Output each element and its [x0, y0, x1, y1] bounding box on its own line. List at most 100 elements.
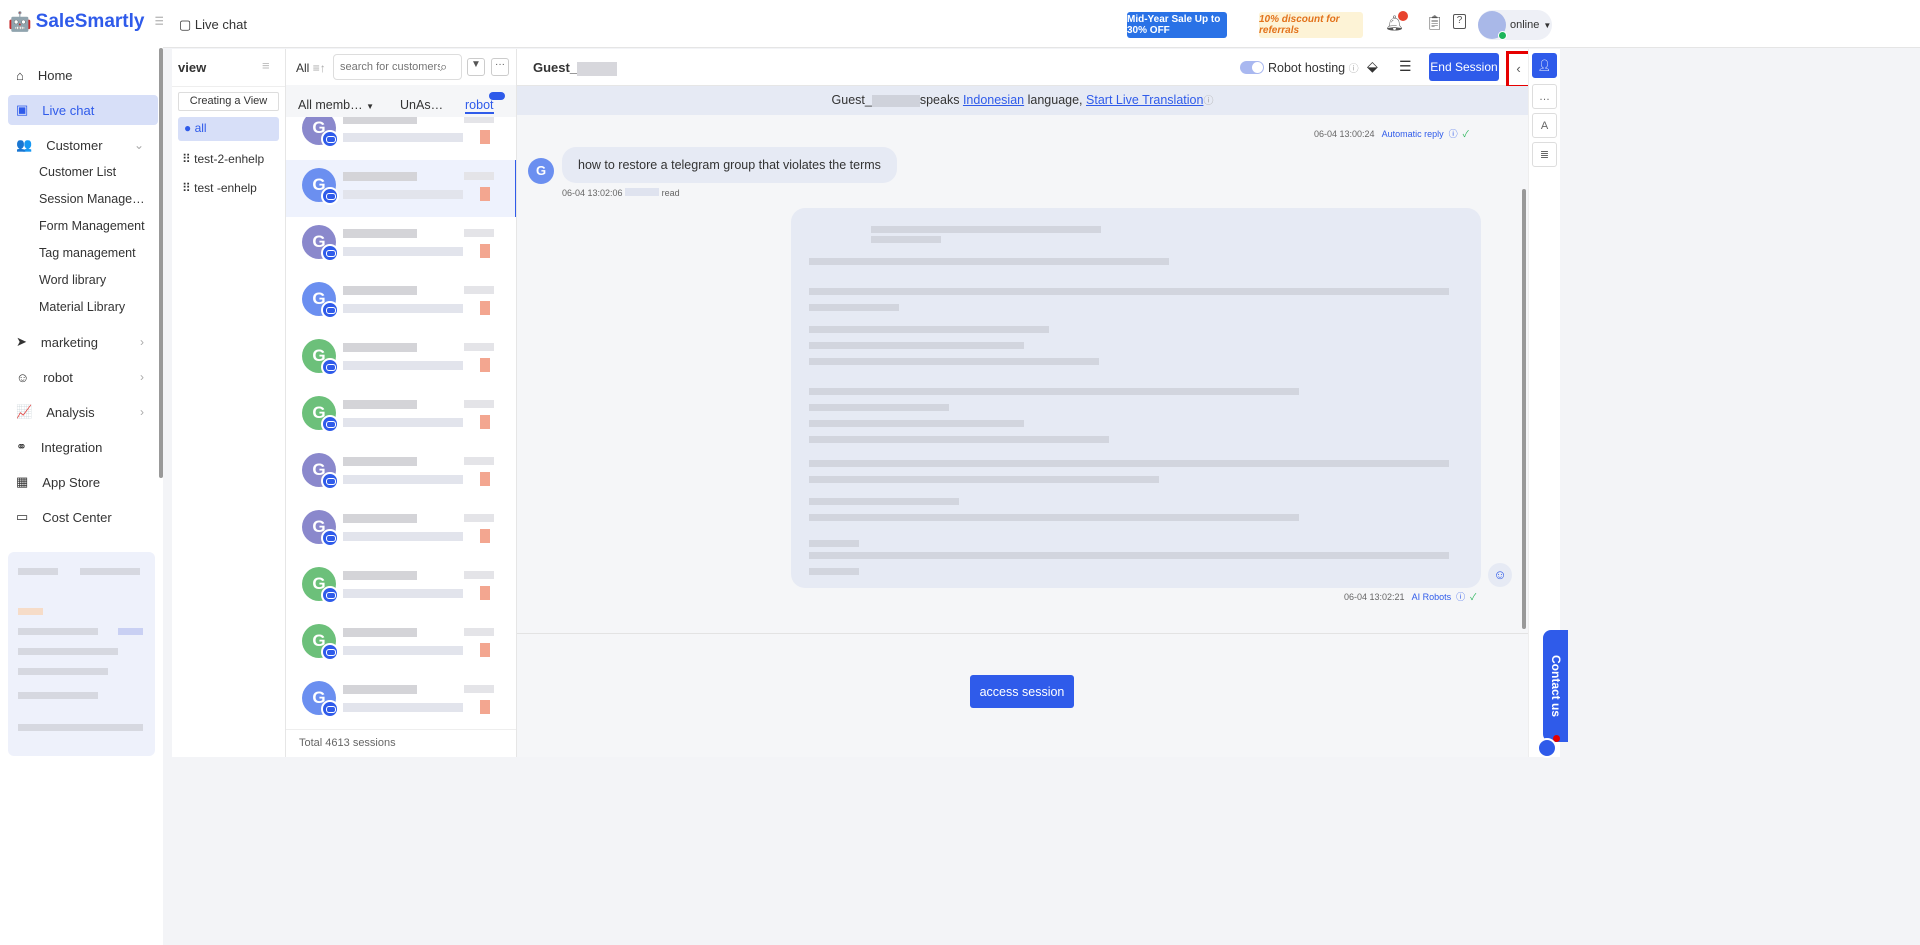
tab-badge	[489, 92, 505, 100]
search-history-icon[interactable]: ☰	[1399, 58, 1412, 75]
blurred-preview	[343, 361, 463, 370]
chart-icon: 📈	[16, 404, 33, 419]
unread-marker	[480, 301, 490, 315]
info-icon: ⓘ	[1456, 592, 1466, 602]
robot-hosting-toggle[interactable]	[1240, 61, 1264, 74]
unread-marker	[480, 700, 490, 714]
search-icon[interactable]: ⌕	[440, 59, 447, 75]
session-item[interactable]: G	[286, 117, 516, 160]
blurred-time	[464, 400, 494, 408]
nav-home[interactable]: ⌂ Home	[8, 60, 158, 90]
filter-icon[interactable]: ▼	[467, 58, 485, 76]
blurred-name	[343, 400, 417, 409]
chat-scrollbar[interactable]	[1522, 189, 1526, 629]
blurred-text-line	[809, 342, 1024, 349]
session-item[interactable]: G	[286, 559, 516, 616]
unread-dot	[1553, 735, 1560, 742]
help-icon[interactable]: ?	[1453, 14, 1466, 29]
nav-customer[interactable]: 👥 Customer ⌄	[8, 130, 158, 160]
clipboard-icon[interactable]: 📋︎	[1426, 14, 1444, 31]
contact-us-button[interactable]: Contact us	[1543, 630, 1568, 742]
nav-cost-center[interactable]: ▭ Cost Center	[8, 502, 158, 532]
promo-banner-referral[interactable]: 10% discount for referrals	[1259, 12, 1363, 38]
integration-icon: ⚭	[16, 439, 27, 454]
blurred-time	[464, 117, 494, 123]
quick-reply-icon[interactable]: …	[1532, 84, 1557, 109]
blurred-name	[343, 343, 417, 352]
blurred-time	[464, 286, 494, 294]
nav-material-library[interactable]: Material Library	[39, 300, 125, 314]
nav-tag-management[interactable]: Tag management	[39, 246, 136, 260]
session-item[interactable]: G	[286, 160, 516, 217]
unread-marker	[480, 529, 490, 543]
nav-word-library[interactable]: Word library	[39, 273, 106, 287]
translate-icon[interactable]: A	[1532, 113, 1557, 138]
nav-app-store[interactable]: ▦ App Store	[8, 467, 158, 497]
page-title: ▢ Live chat	[179, 17, 247, 32]
more-icon[interactable]: ···	[491, 58, 509, 76]
search-input[interactable]	[340, 61, 440, 73]
customer-info-icon[interactable]: 👤︎	[1532, 53, 1557, 78]
wallet-icon: ▭	[16, 509, 29, 524]
tab-all-members[interactable]: All memb… ▼	[298, 98, 374, 112]
filter-all-dropdown[interactable]: All ≡↑	[296, 61, 326, 75]
access-session-button[interactable]: access session	[970, 675, 1074, 708]
session-item[interactable]: G	[286, 502, 516, 559]
session-item[interactable]: G	[286, 388, 516, 445]
unread-marker	[480, 358, 490, 372]
logo[interactable]: 🤖 SaleSmartly ≡	[8, 10, 166, 34]
user-status-menu[interactable]: online ▼	[1478, 10, 1552, 40]
sidebar-scrollbar[interactable]	[159, 48, 163, 478]
nav-robot[interactable]: ☺ robot ›	[8, 362, 158, 392]
session-item[interactable]: G	[286, 445, 516, 502]
session-item[interactable]: G	[286, 673, 516, 729]
info-icon: ⓘ	[1448, 129, 1458, 139]
end-session-button[interactable]: End Session	[1429, 53, 1499, 81]
menu-icon[interactable]: ≡	[262, 58, 270, 73]
blurred-name	[343, 457, 417, 466]
session-count: Total 4613 sessions	[299, 737, 396, 749]
session-item[interactable]: G	[286, 274, 516, 331]
nav-session-management[interactable]: Session Manage…	[39, 192, 145, 206]
view-item[interactable]: ⠿ test -enhelp	[182, 181, 257, 195]
blurred-preview	[343, 418, 463, 427]
chat-bubble-icon: ●	[184, 121, 192, 135]
chat-customer-name: Guest_	[533, 60, 618, 76]
channel-icon	[321, 415, 339, 433]
unread-marker	[480, 643, 490, 657]
tab-unassigned[interactable]: UnAs…	[400, 98, 443, 112]
views-panel: view ≡ Creating a View ● all ⠿ test-2-en…	[172, 49, 286, 757]
language-link[interactable]: Indonesian	[963, 93, 1024, 107]
blurred-name	[343, 229, 417, 238]
view-item-all[interactable]: ● all	[178, 117, 279, 141]
session-item[interactable]: G	[286, 331, 516, 388]
session-item[interactable]: G	[286, 217, 516, 274]
avatar	[1478, 11, 1507, 40]
nav-form-management[interactable]: Form Management	[39, 219, 145, 233]
nav-analysis[interactable]: 📈 Analysis ›	[8, 397, 158, 427]
channel-icon	[321, 187, 339, 205]
chevron-right-icon: ›	[140, 335, 144, 349]
nav-live-chat[interactable]: ▣ Live chat	[8, 95, 158, 125]
message-meta: 06-04 13:02:21 AI Robots ⓘ ✓	[1344, 592, 1477, 602]
blurred-time	[464, 685, 494, 693]
notification-badge	[1398, 11, 1408, 21]
search-box[interactable]: ⌕	[333, 54, 462, 80]
view-item[interactable]: ⠿ test-2-enhelp	[182, 152, 264, 166]
unread-marker	[480, 415, 490, 429]
sidebar: 🤖 SaleSmartly ≡ ⌂ Home ▣ Live chat 👥 Customer…	[0, 0, 166, 945]
help-icon[interactable]: ⓘ	[1349, 64, 1359, 75]
nav-customer-list[interactable]: Customer List	[39, 165, 116, 179]
nav-integration[interactable]: ⚭ Integration	[8, 432, 158, 462]
promo-banner-sale[interactable]: Mid-Year Sale Up to 30% OFF	[1127, 12, 1227, 38]
start-translation-link[interactable]: Start Live Translation	[1086, 93, 1203, 107]
tag-icon[interactable]: ⬙	[1367, 58, 1378, 75]
grid-icon: ⠿	[182, 181, 191, 195]
session-item[interactable]: G	[286, 616, 516, 673]
notes-icon[interactable]: ≣	[1532, 142, 1557, 167]
nav-marketing[interactable]: ➤ marketing ›	[8, 327, 158, 357]
blurred-time	[464, 457, 494, 465]
blurred-name	[343, 286, 417, 295]
create-view-button[interactable]: Creating a View	[178, 92, 279, 111]
tab-robot[interactable]: robot	[465, 98, 494, 114]
